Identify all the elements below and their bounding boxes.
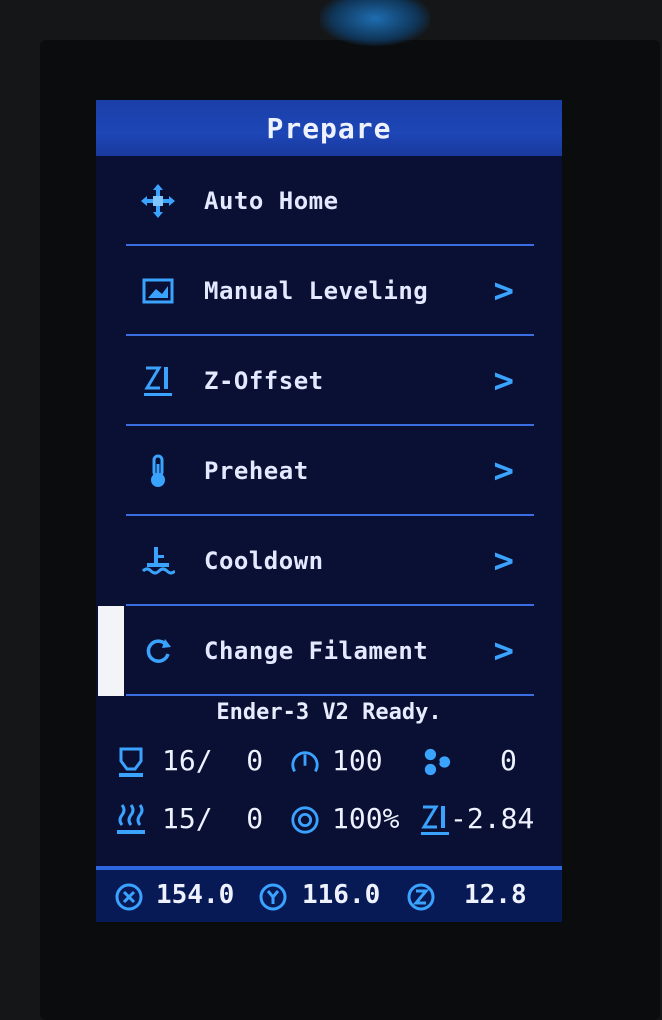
chevron-right-icon: > [493,361,514,401]
z-offset-icon [420,802,450,838]
menu-item-label: Z-Offset [204,367,324,395]
menu-item-change-filament[interactable]: Change Filament > [96,606,562,696]
menu-item-manual-leveling[interactable]: Manual Leveling > [96,246,562,336]
cooldown-icon [140,543,176,579]
menu-item-z-offset[interactable]: Z-Offset > [96,336,562,426]
menu-item-label: Change Filament [204,637,429,665]
page-title: Prepare [266,111,392,145]
menu-item-cooldown[interactable]: Cooldown > [96,516,562,606]
menu-item-preheat[interactable]: Preheat > [96,426,562,516]
thermometer-icon [140,453,176,489]
hotend-icon [116,744,146,780]
divider [126,694,534,696]
z-offset-value: -2.84 [450,802,535,835]
z-offset-icon [140,363,176,399]
flow-icon [290,802,320,838]
hotend-temp: 16/ 0 [162,744,264,777]
position-bar: 154.0 116.0 12.8 [96,870,562,922]
title-bar: Prepare [96,100,562,156]
lcd-screen: Prepare Auto Home Manual Leveling > Z-Of… [96,100,562,922]
prepare-menu: Auto Home Manual Leveling > Z-Offset > P… [96,156,562,696]
home-axes-icon [140,183,176,219]
chevron-right-icon: > [493,271,514,311]
x-axis-icon [114,882,144,912]
status-row-1: 16/ 0 100 0 [96,744,562,794]
y-axis-icon [258,882,288,912]
speed-gauge-icon [290,744,320,780]
menu-item-auto-home[interactable]: Auto Home [96,156,562,246]
chevron-right-icon: > [493,451,514,491]
print-speed: 100 [332,744,383,777]
z-axis-icon [406,882,436,912]
x-position: 154.0 [156,880,235,910]
menu-item-label: Auto Home [204,187,339,215]
selection-marker [98,606,124,696]
z-position: 12.8 [464,880,527,910]
status-message: Ender-3 V2 Ready. [216,700,442,725]
menu-item-label: Preheat [204,457,309,485]
bed-temp: 15/ 0 [162,802,264,835]
bed-leveling-icon [140,273,176,309]
heated-bed-icon [116,802,146,838]
refresh-icon [140,633,176,669]
logo-icon [320,0,430,46]
menu-item-label: Cooldown [204,547,324,575]
y-position: 116.0 [302,880,381,910]
chevron-right-icon: > [493,541,514,581]
fan-speed: 0 [500,744,517,777]
fan-icon [422,744,452,780]
flow-rate: 100% [332,802,400,835]
chevron-right-icon: > [493,631,514,671]
menu-item-label: Manual Leveling [204,277,429,305]
status-row-2: 15/ 0 100% -2.84 [96,802,562,852]
